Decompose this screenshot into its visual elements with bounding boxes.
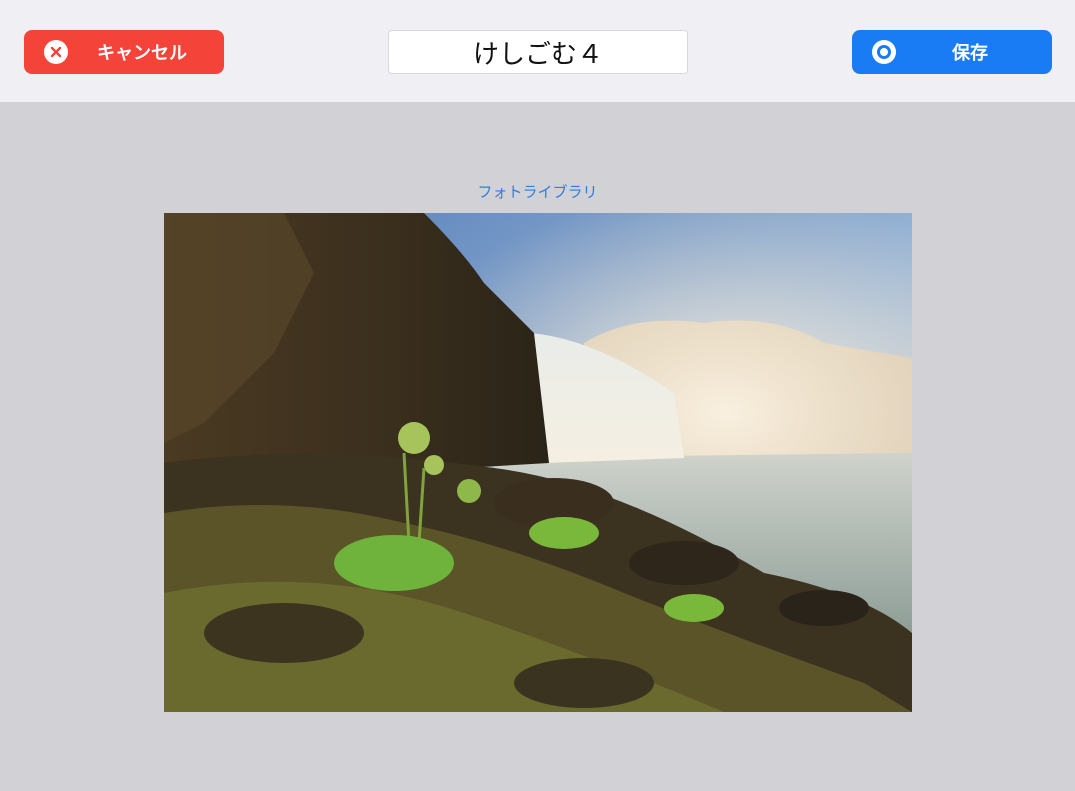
save-label: 保存 — [952, 43, 988, 64]
selected-photo[interactable] — [164, 213, 912, 712]
photo-library-link[interactable]: フォトライブラリ — [0, 181, 1075, 202]
cancel-button[interactable]: キャンセル — [24, 30, 224, 74]
title-input[interactable]: けしごむ４ — [388, 30, 688, 74]
save-button[interactable]: 保存 — [852, 30, 1052, 74]
cancel-label: キャンセル — [97, 43, 187, 64]
waterfall-photo — [164, 213, 912, 712]
top-toolbar: キャンセル けしごむ４ 保存 — [0, 0, 1075, 102]
